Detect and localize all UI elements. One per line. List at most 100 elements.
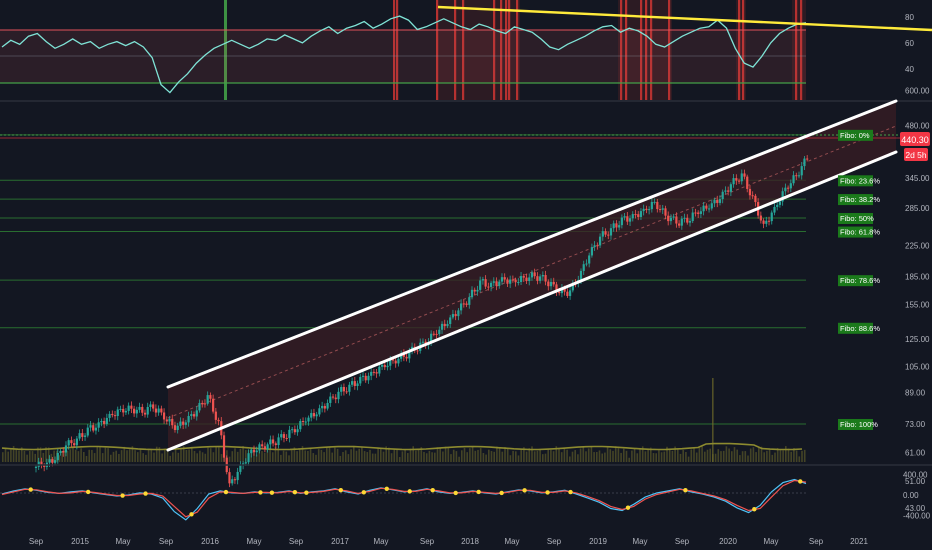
candle-body	[653, 201, 656, 203]
volume-bar	[185, 449, 188, 462]
volume-bar	[490, 451, 493, 462]
candle-body	[94, 427, 98, 431]
candle-body	[506, 279, 509, 284]
volume-bar	[571, 451, 574, 462]
volume-bar	[542, 454, 544, 462]
volume-bar	[436, 447, 439, 462]
volume-bar	[137, 452, 139, 462]
candle-body	[157, 408, 160, 413]
volume-bar	[731, 451, 733, 462]
candle-body	[149, 404, 152, 407]
candle-body	[296, 429, 299, 433]
price-tick-label: 155.00	[905, 301, 930, 310]
volume-bar	[69, 449, 72, 462]
volume-bar	[326, 446, 328, 462]
volume-bar	[728, 448, 730, 462]
candle-body	[190, 414, 193, 416]
candle-body	[214, 411, 217, 420]
candle-body	[378, 366, 381, 374]
candle-body	[78, 433, 81, 439]
candle-body	[620, 217, 623, 226]
volume-bar	[790, 451, 792, 462]
oscillator-cross-marker	[798, 479, 803, 484]
volume-bar	[120, 450, 123, 462]
candle-body	[222, 435, 226, 458]
candle-body	[59, 450, 62, 453]
candle-body	[522, 276, 525, 278]
volume-bar	[4, 448, 7, 462]
oscillator-cross-marker	[476, 489, 481, 495]
candle-body	[460, 303, 463, 311]
volume-bar	[404, 449, 406, 462]
volume-bar	[471, 446, 474, 462]
volume-bar	[747, 455, 749, 462]
candle-body	[198, 402, 201, 411]
price-tick-label: 345.00	[905, 174, 930, 183]
candle-body	[735, 178, 738, 181]
candle-body	[716, 199, 719, 203]
oscillator-tick-label: 400.00	[903, 470, 928, 479]
candle-body	[770, 212, 773, 222]
volume-bar	[698, 447, 701, 462]
oscillator-cross-marker	[407, 489, 412, 494]
candle-body	[615, 223, 618, 228]
volume-bar	[363, 451, 366, 462]
time-tick-label: Sep	[809, 537, 824, 546]
candle-body	[746, 176, 749, 189]
volume-bar	[644, 451, 647, 462]
candle-body	[579, 270, 583, 281]
candle-body	[743, 173, 746, 177]
candle-body	[721, 191, 724, 200]
candle-body	[686, 217, 689, 223]
candle-body	[192, 414, 196, 417]
volume-bar	[474, 450, 477, 462]
candle-body	[405, 356, 408, 359]
volume-bar	[169, 455, 171, 462]
time-tick-label: 2021	[850, 537, 868, 546]
oscillator-cross-marker	[545, 490, 550, 495]
candle-body	[664, 208, 667, 216]
candle-body	[702, 205, 705, 212]
volume-bar	[755, 452, 757, 462]
candle-body	[519, 276, 523, 282]
volume-bar	[722, 450, 725, 462]
candle-body	[699, 211, 702, 214]
volume-bar	[307, 450, 309, 462]
volume-bar	[272, 452, 274, 462]
candle-body	[75, 438, 78, 446]
volume-bar	[533, 451, 536, 462]
volume-bar	[407, 453, 409, 462]
volume-bar	[671, 450, 674, 462]
candle-body	[233, 479, 237, 481]
volume-bar	[668, 448, 671, 462]
volume-bar	[477, 449, 479, 462]
volume-bar	[396, 449, 398, 462]
volume-bar	[539, 449, 541, 462]
candle-body	[648, 209, 651, 211]
last-price-label: 440.30	[901, 135, 929, 145]
volume-bar	[768, 449, 771, 462]
time-tick-label: May	[763, 537, 778, 546]
candle-body	[97, 422, 100, 428]
volume-bar	[261, 451, 263, 462]
candle-body	[558, 291, 561, 294]
candle-body	[500, 277, 504, 282]
volume-bar	[80, 448, 82, 462]
candle-body	[514, 279, 517, 283]
volume-bar	[563, 447, 566, 462]
candle-body	[604, 231, 607, 235]
time-tick-label: May	[373, 537, 388, 546]
trading-chart[interactable]: 80 60 40 Fibo: 0% Fibo: 23.6% Fibo: 38.2% Fib…	[0, 0, 932, 550]
volume-bar	[612, 450, 614, 462]
volume-bar	[320, 449, 323, 462]
volume-bar	[604, 452, 606, 462]
volume-bar	[758, 447, 760, 462]
volume-bar	[380, 449, 382, 462]
candle-body	[271, 439, 275, 444]
volume-bar	[191, 446, 193, 462]
candle-body	[168, 418, 171, 422]
candle-body	[667, 215, 670, 222]
candle-body	[773, 206, 776, 213]
volume-bar	[29, 451, 31, 462]
candle-body	[83, 435, 87, 437]
